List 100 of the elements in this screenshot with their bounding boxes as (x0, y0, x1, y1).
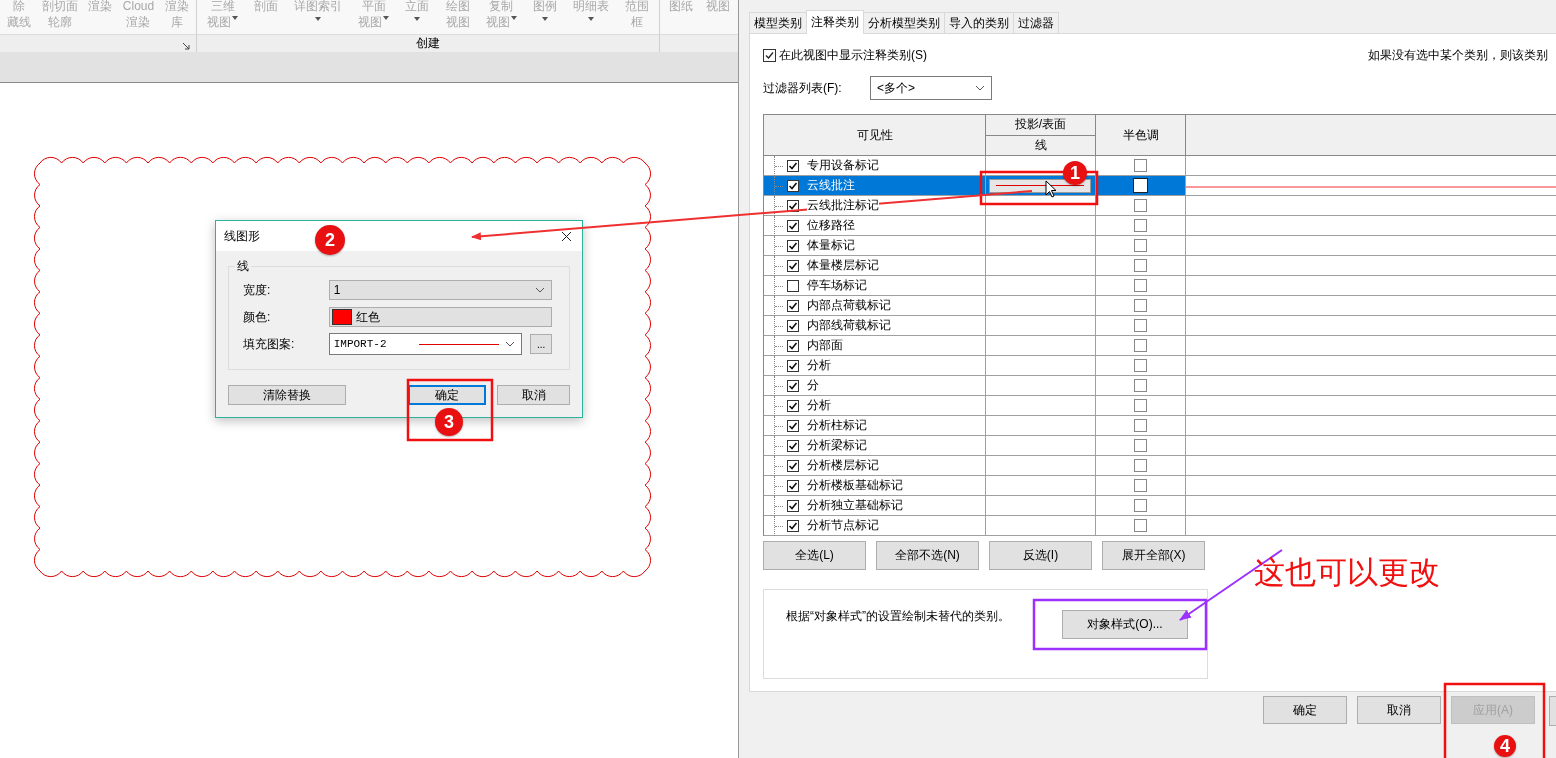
object-styles-button[interactable]: 对象样式(O)... (1062, 610, 1188, 639)
category-name: 专用设备标记 (807, 157, 879, 174)
table-row[interactable]: 停车场标记 (764, 276, 1556, 296)
checkbox[interactable] (787, 379, 799, 392)
category-name: 分析楼层标记 (807, 457, 879, 474)
category-name: 分析独立基础标记 (807, 497, 903, 514)
list-button[interactable]: 全部不选(N) (876, 541, 979, 570)
checkbox[interactable] (1134, 279, 1147, 292)
field-label: 填充图案: (243, 335, 296, 353)
checkbox[interactable] (1134, 339, 1147, 352)
checkbox[interactable] (787, 279, 799, 292)
info-text: 根据“对象样式”的设置绘制未替代的类别。 (786, 608, 1011, 625)
list-button[interactable]: 展开全部(X) (1102, 541, 1205, 570)
checkbox[interactable] (1134, 439, 1147, 452)
chevron-down-icon (505, 341, 516, 347)
checkbox[interactable] (787, 259, 799, 272)
tab[interactable]: 注释类别 (806, 10, 864, 34)
chevron-down-icon (975, 85, 985, 91)
table-row[interactable]: 分 (764, 376, 1556, 396)
close-icon[interactable] (561, 230, 572, 242)
browse-button[interactable]: ... (530, 334, 552, 354)
checkbox[interactable] (787, 339, 799, 352)
annotation-note: 这也可以更改 (1254, 554, 1440, 592)
checkbox[interactable] (787, 399, 799, 412)
tab[interactable]: 过滤器 (1013, 12, 1059, 33)
checkbox[interactable] (763, 48, 776, 62)
checkbox[interactable] (1134, 319, 1147, 332)
checkbox[interactable] (1134, 239, 1147, 252)
checkbox[interactable] (787, 359, 799, 372)
dialog-button[interactable]: 取消 (1357, 696, 1441, 724)
checkbox[interactable] (1134, 399, 1147, 412)
pattern-dropdown[interactable]: IMPORT-2 (328, 333, 523, 355)
category-name: 位移路径 (807, 217, 855, 234)
checkbox[interactable] (787, 239, 799, 252)
table-row[interactable]: 分析梁标记 (764, 436, 1556, 456)
checkbox[interactable] (1134, 379, 1147, 392)
dialog-button[interactable]: 确定 (407, 385, 487, 405)
checkbox[interactable] (1134, 459, 1147, 472)
checkbox[interactable] (787, 219, 799, 232)
checkbox[interactable] (1134, 359, 1147, 372)
checkbox[interactable] (1134, 219, 1147, 232)
dialog-button[interactable]: 清除替换 (228, 385, 346, 405)
category-name: 体量标记 (807, 237, 855, 254)
checkbox[interactable] (1134, 519, 1147, 532)
table-row[interactable]: 云线批注标记 (764, 196, 1556, 216)
checkbox[interactable] (1134, 259, 1147, 272)
color-swatch-icon (331, 309, 352, 325)
list-button[interactable]: 全选(L) (763, 541, 866, 570)
ribbon-group-label: 创建 (416, 35, 440, 52)
checkbox[interactable] (787, 459, 799, 472)
table-row[interactable]: 分析独立基础标记 (764, 496, 1556, 516)
table-row[interactable]: 分析 (764, 356, 1556, 376)
table-row[interactable]: 内部点荷载标记 (764, 296, 1556, 316)
filter-dropdown[interactable]: <多个> (870, 76, 992, 100)
table-row[interactable]: 体量楼层标记 (764, 256, 1556, 276)
checkbox[interactable] (787, 519, 799, 532)
table-row[interactable]: 内部线荷载标记 (764, 316, 1556, 336)
column-header: 半色调 (1096, 115, 1186, 155)
hint-text: 如果没有选中某个类别，则该类别 (1368, 46, 1548, 64)
table-row[interactable]: 内部面 (764, 336, 1556, 356)
checkbox[interactable] (787, 319, 799, 332)
category-name: 分析 (807, 397, 831, 414)
table-row[interactable]: 分析楼板基础标记 (764, 476, 1556, 496)
table-row[interactable]: 分析 (764, 396, 1556, 416)
checkbox[interactable] (1134, 419, 1147, 432)
checkbox[interactable] (1133, 178, 1148, 193)
table-row[interactable]: 分析楼层标记 (764, 456, 1556, 476)
group-label: 线 (235, 258, 251, 275)
line-pattern-icon (419, 343, 500, 345)
table-row[interactable]: 分析节点标记 (764, 516, 1556, 536)
tab[interactable]: 模型类别 (749, 12, 807, 33)
checkbox[interactable] (1134, 199, 1147, 212)
dialog-title: 线图形 (224, 227, 260, 245)
table-row[interactable]: 位移路径 (764, 216, 1556, 236)
column-header: 线 (986, 134, 1095, 155)
category-name: 云线批注标记 (807, 197, 879, 214)
checkbox[interactable] (787, 479, 799, 492)
category-name: 分析梁标记 (807, 437, 867, 454)
table-row[interactable]: 体量标记 (764, 236, 1556, 256)
field-label: 颜色: (243, 308, 272, 326)
checkbox[interactable] (787, 499, 799, 512)
checkbox[interactable] (787, 199, 799, 212)
chevron-down-icon (535, 287, 545, 293)
checkbox[interactable] (787, 159, 799, 172)
table-row[interactable]: 分析柱标记 (764, 416, 1556, 436)
dialog-button[interactable]: 确定 (1263, 696, 1347, 724)
checkbox[interactable] (787, 439, 799, 452)
color-button[interactable]: 红色 (328, 307, 552, 327)
checkbox[interactable] (787, 299, 799, 312)
checkbox[interactable] (1134, 479, 1147, 492)
column-header: 投影/表面 (1013, 116, 1068, 134)
dialog-button[interactable]: 取消 (497, 385, 570, 405)
checkbox[interactable] (1134, 299, 1147, 312)
checkbox[interactable] (787, 419, 799, 432)
checkbox[interactable] (1134, 499, 1147, 512)
checkbox[interactable] (1134, 159, 1147, 172)
checkbox[interactable] (787, 179, 799, 192)
width-dropdown[interactable]: 1 (328, 280, 552, 300)
dialog-launcher-icon[interactable] (182, 42, 190, 50)
list-button[interactable]: 反选(I) (989, 541, 1092, 570)
